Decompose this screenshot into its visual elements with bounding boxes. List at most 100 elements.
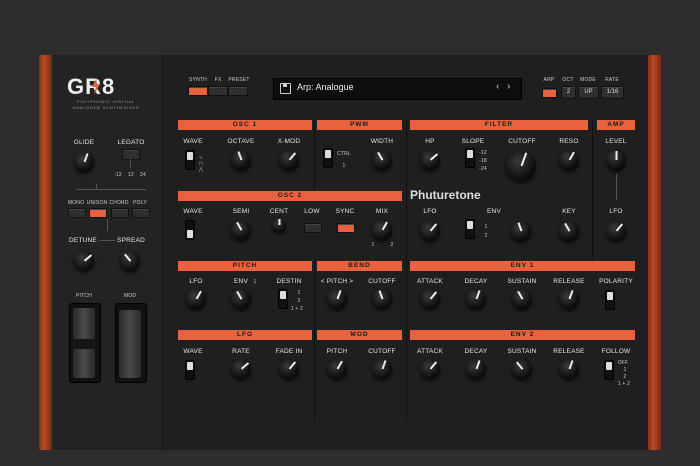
filter-header: FILTER — [410, 120, 588, 130]
detune-knob[interactable] — [74, 251, 94, 271]
legato-button[interactable] — [122, 149, 140, 160]
lfo-fadein-knob[interactable] — [279, 359, 299, 379]
prev-preset-icon[interactable]: ‹ — [496, 81, 499, 92]
filter-slope-switch[interactable] — [465, 148, 475, 168]
env1-decay-knob[interactable] — [466, 289, 486, 309]
env1-polarity-switch[interactable] — [605, 290, 615, 310]
octave-12-label: 12 — [128, 172, 134, 178]
filter-env-1: 1 — [484, 224, 488, 230]
osc1-octave-label: OCTAVE — [227, 138, 255, 145]
pitch-destin-switch[interactable] — [278, 289, 288, 309]
mod-cutoff-knob[interactable] — [372, 359, 392, 379]
osc2-mix-label: MIX — [375, 208, 389, 215]
destin-1-2: 1 + 2 — [290, 306, 304, 312]
spread-label: SPREAD — [117, 237, 145, 244]
pitch-destin-label: DESTIN — [276, 278, 302, 285]
poly-button[interactable] — [132, 208, 150, 218]
pwm-ctrl-switch[interactable] — [323, 148, 333, 168]
env1-attack-knob[interactable] — [420, 289, 440, 309]
follow-2: 2 — [623, 374, 627, 380]
osc2-semi-knob[interactable] — [231, 220, 251, 240]
next-preset-icon[interactable]: › — [507, 81, 510, 92]
env2-follow-switch[interactable] — [604, 360, 614, 380]
pitch-lfo-knob[interactable] — [186, 289, 206, 309]
env2-decay-knob[interactable] — [466, 359, 486, 379]
pitch-wheel-label: PITCH — [76, 293, 92, 299]
preset-tab[interactable] — [228, 86, 248, 96]
slope-minus12: -12 — [479, 150, 487, 156]
osc2-low-label: LOW — [304, 208, 320, 215]
osc2-wave-label: WAVE — [183, 208, 203, 215]
filter-env-switch[interactable] — [465, 219, 475, 239]
osc1-xmod-label: X-MOD — [277, 138, 301, 145]
filter-hp-knob[interactable] — [420, 150, 440, 170]
spread-knob[interactable] — [120, 251, 140, 271]
filter-env-knob[interactable] — [511, 221, 531, 241]
left-wood-panel — [39, 55, 52, 450]
rate-value[interactable]: 1/16 — [601, 86, 624, 99]
env1-release-knob[interactable] — [559, 289, 579, 309]
osc2-sync-label: SYNC — [335, 208, 355, 215]
chord-button[interactable] — [111, 208, 129, 218]
fx-tab[interactable] — [208, 86, 228, 96]
slope-minus24: -24 — [479, 166, 487, 172]
env2-decay-label: DECAY — [464, 348, 488, 355]
amp-level-knob[interactable] — [606, 150, 626, 170]
filter-lfo-knob[interactable] — [420, 221, 440, 241]
pwm-width-knob[interactable] — [372, 150, 392, 170]
pitch-env-1: 1 — [253, 279, 257, 285]
pitch-env-knob[interactable] — [231, 289, 251, 309]
osc2-mix-1: 1 — [371, 242, 375, 248]
env2-release-knob[interactable] — [559, 359, 579, 379]
lfo-wave-switch[interactable] — [185, 360, 195, 380]
bend-pitch-knob[interactable] — [327, 289, 347, 309]
lfo-rate-knob[interactable] — [231, 359, 251, 379]
bend-pitch-label: < PITCH > — [320, 278, 354, 285]
mod-pitch-knob[interactable] — [327, 359, 347, 379]
env1-header: ENV 1 — [410, 261, 635, 271]
synth-tab[interactable] — [188, 86, 208, 96]
slope-minus18: -18 — [479, 158, 487, 164]
mono-button[interactable] — [68, 208, 86, 218]
poly-label: POLY — [133, 200, 147, 206]
mod-wheel-label: MOD — [123, 293, 137, 299]
osc2-sync-button[interactable] — [337, 223, 355, 233]
osc2-cent-knob[interactable] — [272, 218, 286, 232]
oct-value[interactable]: 2 — [561, 86, 576, 99]
octave-24-label: 24 — [140, 172, 146, 178]
osc2-low-button[interactable] — [304, 223, 322, 233]
amp-lfo-knob[interactable] — [606, 221, 626, 241]
osc2-cent-label: CENT — [269, 208, 289, 215]
env2-attack-knob[interactable] — [420, 359, 440, 379]
osc1-octave-knob[interactable] — [231, 150, 251, 170]
osc2-mix-knob[interactable] — [372, 220, 392, 240]
filter-cutoff-knob[interactable] — [506, 151, 536, 181]
pitch-wheel[interactable] — [69, 303, 101, 383]
save-icon[interactable] — [280, 83, 291, 94]
filter-hp-label: HP — [425, 138, 435, 145]
synth-tab-label: SYNTH — [189, 77, 207, 83]
filter-key-knob[interactable] — [559, 221, 579, 241]
env2-follow-label: FOLLOW — [601, 348, 631, 355]
amp-level-label: LEVEL — [605, 138, 627, 145]
glide-label: GLIDE — [73, 139, 95, 146]
osc1-xmod-knob[interactable] — [279, 150, 299, 170]
osc2-wave-switch[interactable] — [185, 220, 195, 240]
env2-sustain-label: SUSTAIN — [507, 348, 537, 355]
pitch-header: PITCH — [178, 261, 312, 271]
mode-value[interactable]: UP — [578, 86, 599, 99]
mod-wheel[interactable] — [115, 303, 147, 383]
mono-label: MONO — [67, 200, 85, 206]
arp-button[interactable] — [542, 88, 557, 98]
lfo-header: LFO — [178, 330, 312, 340]
legato-label: LEGATO — [117, 139, 145, 146]
env1-sustain-knob[interactable] — [512, 289, 532, 309]
fx-tab-label: FX — [214, 77, 222, 83]
unison-button[interactable] — [89, 208, 107, 218]
osc1-wave-switch[interactable] — [185, 150, 195, 170]
bend-cutoff-knob[interactable] — [372, 289, 392, 309]
filter-reso-knob[interactable] — [559, 150, 579, 170]
env2-sustain-knob[interactable] — [512, 359, 532, 379]
mod-pitch-label: PITCH — [326, 348, 348, 355]
glide-knob[interactable] — [74, 152, 94, 172]
